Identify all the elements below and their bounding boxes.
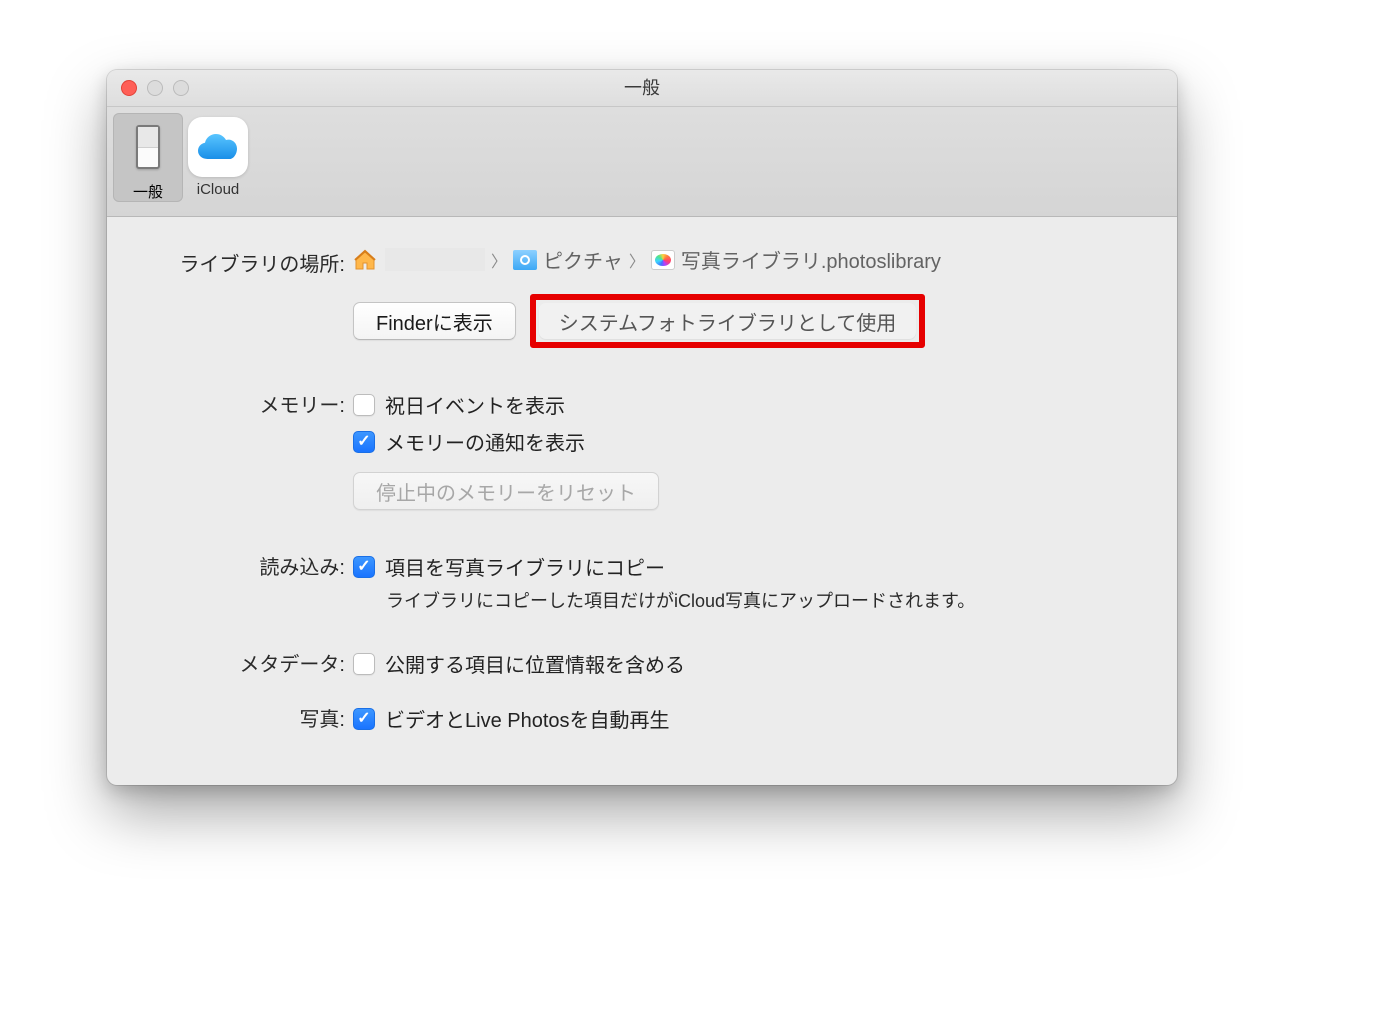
show-memory-notifications-checkbox[interactable]: メモリーの通知を表示	[353, 423, 1157, 460]
use-as-system-library-button[interactable]: システムフォトライブラリとして使用	[539, 303, 917, 339]
chevron-right-icon: 〉	[629, 248, 645, 272]
checkbox-icon	[353, 653, 375, 675]
crumb-home	[353, 248, 485, 271]
memory-label: メモリー:	[127, 386, 353, 418]
library-location-row: ライブラリの場所: 〉 ピ	[127, 245, 1157, 354]
import-label: 読み込み:	[127, 548, 353, 580]
crumb-library: 写真ライブラリ.photoslibrary	[651, 245, 941, 274]
show-holiday-events-label: 祝日イベントを表示	[385, 390, 565, 419]
traffic-lights	[107, 70, 189, 106]
crumb-pictures: ピクチャ	[513, 245, 623, 274]
general-icon	[118, 117, 178, 177]
titlebar: 一般	[107, 70, 1177, 107]
library-location-label: ライブラリの場所:	[127, 245, 353, 277]
zoom-button-icon[interactable]	[173, 80, 189, 96]
library-location-breadcrumb: 〉 ピクチャ 〉 写真ライブラリ.photoslibrary	[353, 245, 1157, 274]
chevron-right-icon: 〉	[491, 248, 507, 272]
tab-general-label: 一般	[113, 181, 183, 202]
crumb-home-name-redacted	[385, 248, 485, 271]
metadata-row: メタデータ: 公開する項目に位置情報を含める	[127, 645, 1157, 682]
photos-row: 写真: ビデオとLive Photosを自動再生	[127, 700, 1157, 737]
home-icon	[353, 249, 377, 271]
photos-label: 写真:	[127, 700, 353, 732]
checkbox-icon	[353, 556, 375, 578]
tab-icloud[interactable]: iCloud	[183, 113, 253, 198]
general-pane: ライブラリの場所: 〉 ピ	[107, 217, 1177, 737]
window-title: 一般	[624, 78, 660, 98]
reset-blocked-memories-button[interactable]: 停止中のメモリーをリセット	[353, 472, 659, 510]
icloud-icon	[188, 117, 248, 177]
close-button-icon[interactable]	[121, 80, 137, 96]
preferences-toolbar: 一般 iCloud	[107, 107, 1177, 217]
photos-library-icon	[651, 250, 675, 270]
tab-general[interactable]: 一般	[113, 113, 183, 202]
memory-row: メモリー: 祝日イベントを表示 メモリーの通知を表示 停止中のメモリーをリセット	[127, 386, 1157, 516]
crumb-library-label: 写真ライブラリ.photoslibrary	[681, 245, 941, 274]
show-memory-notifications-label: メモリーの通知を表示	[385, 427, 585, 456]
checkbox-icon	[353, 431, 375, 453]
crumb-pictures-label: ピクチャ	[543, 245, 623, 274]
minimize-button-icon[interactable]	[147, 80, 163, 96]
include-location-label: 公開する項目に位置情報を含める	[385, 649, 685, 678]
copy-items-label: 項目を写真ライブラリにコピー	[385, 552, 665, 581]
tab-icloud-label: iCloud	[183, 181, 253, 198]
autoplay-label: ビデオとLive Photosを自動再生	[385, 704, 670, 733]
metadata-label: メタデータ:	[127, 645, 353, 677]
checkbox-icon	[353, 394, 375, 416]
show-holiday-events-checkbox[interactable]: 祝日イベントを表示	[353, 386, 1157, 423]
pictures-folder-icon	[513, 250, 537, 270]
checkbox-icon	[353, 708, 375, 730]
preferences-window: 一般 一般 iCloud	[107, 70, 1177, 785]
autoplay-checkbox[interactable]: ビデオとLive Photosを自動再生	[353, 700, 1157, 737]
show-in-finder-button[interactable]: Finderに表示	[353, 302, 516, 340]
highlight-annotation: システムフォトライブラリとして使用	[530, 294, 926, 348]
import-row: 読み込み: 項目を写真ライブラリにコピー ライブラリにコピーした項目だけがiCl…	[127, 548, 1157, 613]
include-location-checkbox[interactable]: 公開する項目に位置情報を含める	[353, 645, 1157, 682]
copy-items-note: ライブラリにコピーした項目だけがiCloud写真にアップロードされます。	[353, 585, 1157, 613]
copy-items-checkbox[interactable]: 項目を写真ライブラリにコピー	[353, 548, 1157, 585]
